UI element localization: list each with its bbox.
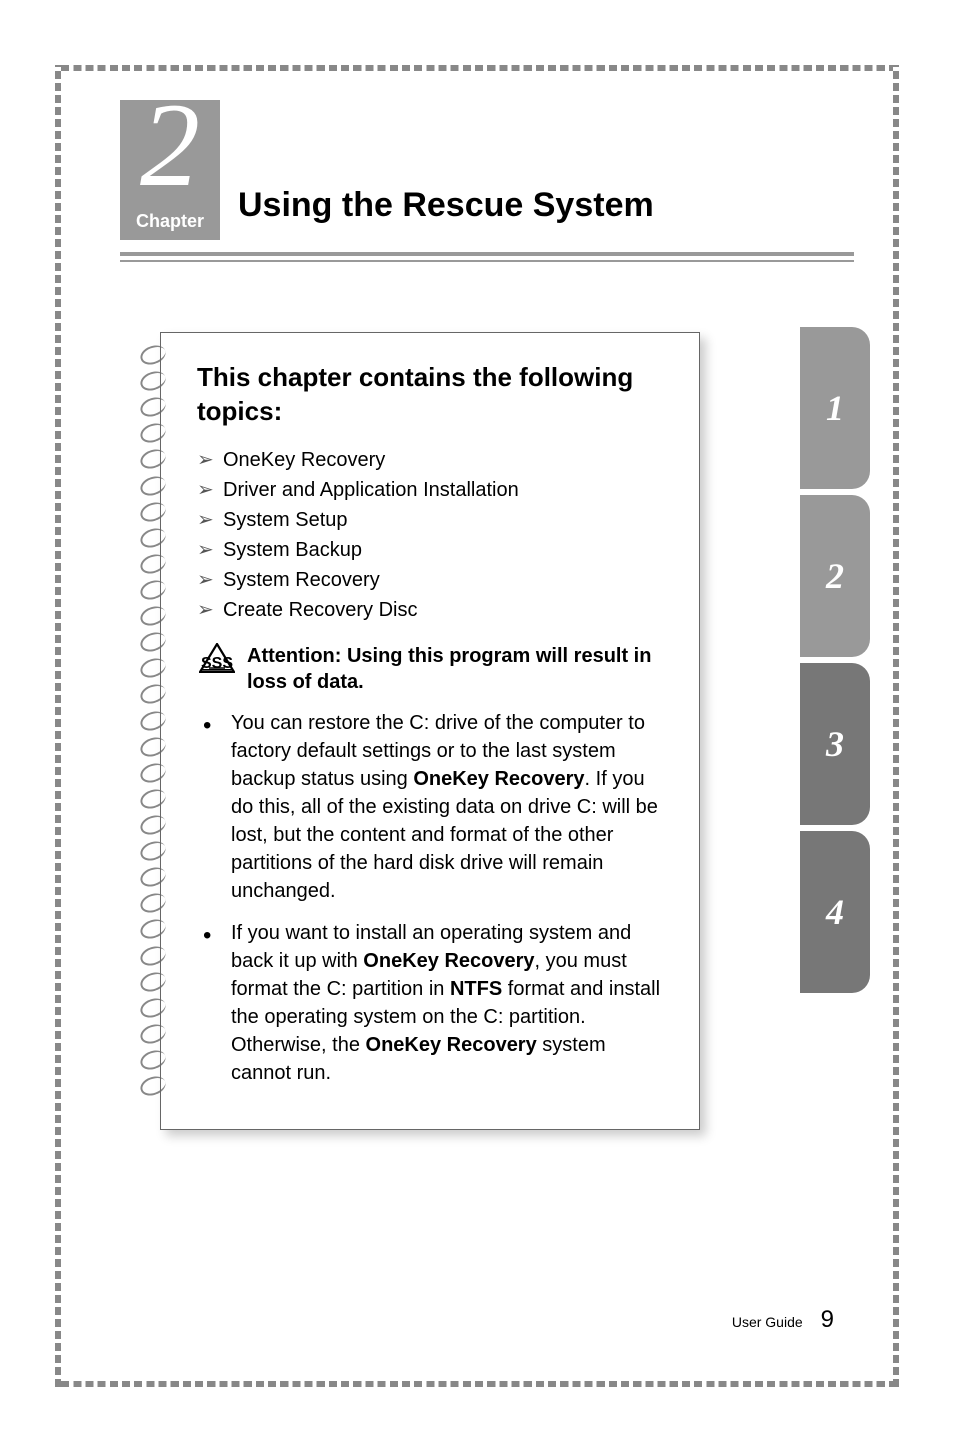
bullet-item: If you want to install an operating syst… — [197, 919, 669, 1087]
svg-text:SSS: SSS — [201, 655, 233, 672]
list-item: Create Recovery Disc — [197, 595, 669, 625]
list-item: System Backup — [197, 535, 669, 565]
bullet-bold: NTFS — [450, 978, 502, 1000]
attention-icon: SSS — [199, 643, 235, 673]
info-box: This chapter contains the following topi… — [160, 332, 700, 1130]
footer-guide: User Guide — [732, 1314, 803, 1330]
bullet-bold: OneKey Recovery — [413, 768, 584, 790]
bullet-list: You can restore the C: drive of the comp… — [197, 709, 669, 1087]
tab-4: 4 — [800, 831, 870, 993]
footer: User Guide 9 — [732, 1306, 834, 1334]
chapter-title: Using the Rescue System — [238, 186, 654, 230]
chapter-number-block: 2 Chapter — [120, 100, 220, 240]
topics-heading: This chapter contains the following topi… — [197, 361, 669, 429]
list-item: Driver and Application Installation — [197, 475, 669, 505]
attention-block: SSS Attention: Using this program will r… — [197, 643, 669, 695]
chapter-divider — [120, 252, 854, 262]
topics-list: OneKey Recovery Driver and Application I… — [197, 445, 669, 625]
list-item: System Recovery — [197, 565, 669, 595]
bullet-item: You can restore the C: drive of the comp… — [197, 709, 669, 905]
chapter-tabs: 1 2 3 4 — [800, 327, 870, 999]
tab-label: 2 — [826, 555, 844, 597]
bullet-bold: OneKey Recovery — [366, 1034, 537, 1056]
chapter-label: Chapter — [136, 211, 204, 232]
tab-3: 3 — [800, 663, 870, 825]
chapter-number: 2 — [140, 85, 200, 205]
tab-label: 4 — [826, 891, 844, 933]
page-border-right — [893, 65, 899, 1387]
tab-label: 1 — [826, 387, 844, 429]
page-number: 9 — [821, 1306, 834, 1334]
tab-label: 3 — [826, 723, 844, 765]
main-content: This chapter contains the following topi… — [160, 332, 854, 1130]
list-item: OneKey Recovery — [197, 445, 669, 475]
list-item: System Setup — [197, 505, 669, 535]
tab-1: 1 — [800, 327, 870, 489]
attention-label: Attention: Using this program will resul… — [247, 643, 669, 695]
page-border-left — [55, 65, 61, 1387]
content-area: 2 Chapter Using the Rescue System This c… — [100, 100, 854, 1352]
chapter-header: 2 Chapter Using the Rescue System — [120, 100, 854, 240]
tab-2: 2 — [800, 495, 870, 657]
bullet-bold: OneKey Recovery — [363, 950, 534, 972]
